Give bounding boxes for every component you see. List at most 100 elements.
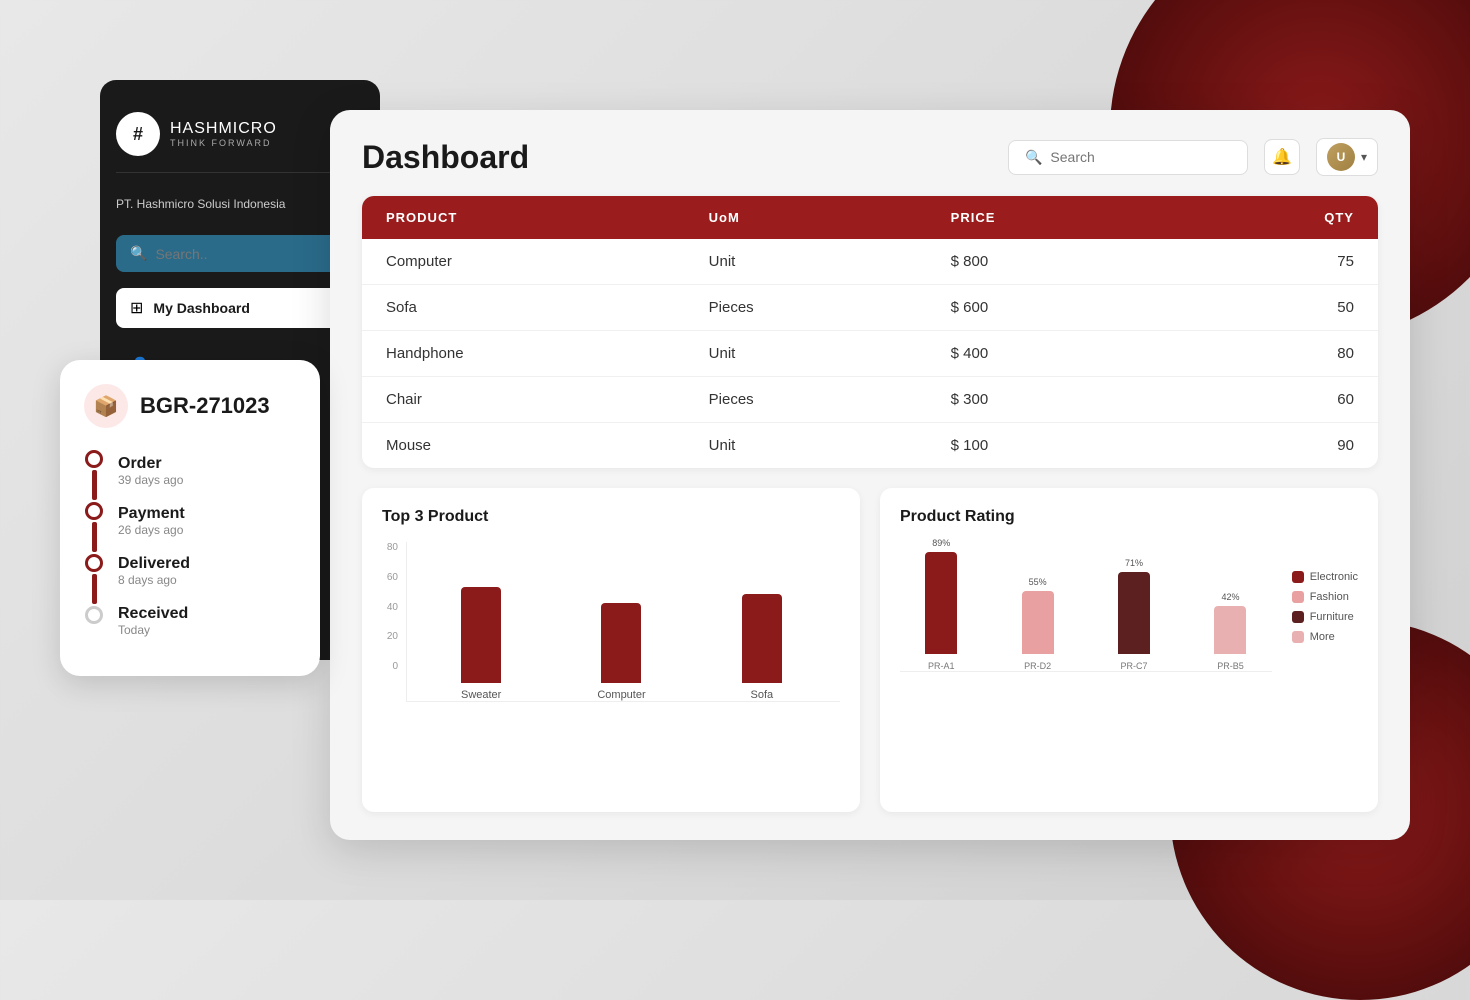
dashboard-icon: ⊞ [130, 298, 143, 318]
bar [601, 603, 641, 683]
top3-bars-container: Sweater Computer Sofa [406, 542, 840, 702]
rating-bar [1022, 591, 1054, 654]
order-id: BGR-271023 [140, 393, 270, 419]
rating-pct: 42% [1221, 592, 1239, 602]
legend-dot [1292, 571, 1304, 583]
y-axis-label: 80 [382, 542, 398, 553]
rating-pct: 55% [1029, 577, 1047, 587]
user-menu-button[interactable]: U ▾ [1316, 138, 1378, 176]
timeline-label: Payment [118, 505, 190, 523]
cell-product: Computer [386, 253, 709, 270]
legend-label: Electronic [1310, 571, 1358, 583]
cell-qty: 60 [1193, 391, 1354, 408]
y-axis-label: 60 [382, 572, 398, 583]
rating-bar-label: PR-B5 [1217, 661, 1244, 671]
bar-group: Computer [559, 603, 683, 701]
rating-pct: 71% [1125, 558, 1143, 568]
legend-label: More [1310, 631, 1335, 643]
cell-price: $ 600 [951, 299, 1193, 316]
timeline-item: Payment 26 days ago [118, 498, 190, 548]
cell-price: $ 100 [951, 437, 1193, 454]
user-dropdown-arrow: ▾ [1361, 150, 1367, 164]
sidebar-search-box[interactable]: 🔍 [116, 235, 364, 272]
cell-price: $ 800 [951, 253, 1193, 270]
cell-qty: 75 [1193, 253, 1354, 270]
sidebar-item-dashboard[interactable]: ⊞ My Dashboard [116, 288, 364, 328]
timeline-item: Order 39 days ago [118, 448, 190, 498]
track-dot-4 [85, 606, 103, 624]
company-row[interactable]: PT. Hashmicro Solusi Indonesia ▾ [116, 189, 364, 219]
sidebar-item-dashboard-label: My Dashboard [153, 300, 249, 316]
timeline-label: Received [118, 605, 190, 623]
cell-product: Handphone [386, 345, 709, 362]
bar-group: Sweater [419, 587, 543, 701]
top3-chart-area: 020406080 Sweater Computer Sofa [382, 542, 840, 702]
rating-pct: 89% [932, 538, 950, 548]
legend-dot [1292, 631, 1304, 643]
bar-group: Sofa [700, 594, 824, 701]
order-card-header: 📦 BGR-271023 [84, 384, 296, 428]
header-search-icon: 🔍 [1025, 149, 1042, 166]
legend-dot [1292, 611, 1304, 623]
timeline-item: Delivered 8 days ago [118, 548, 190, 598]
rating-chart-area: 89% PR-A1 55% PR-D2 71% PR-C7 42% PR-B5 … [900, 542, 1358, 672]
rating-bar [925, 552, 957, 654]
track-line-1 [92, 470, 97, 500]
y-axis-labels: 020406080 [382, 542, 406, 672]
table-row: Sofa Pieces $ 600 50 [362, 285, 1378, 331]
bar-label: Computer [597, 689, 645, 701]
logo-text: HASHMICRO THINK FORWARD [170, 120, 277, 148]
header-right: 🔍 🔔 U ▾ [1008, 138, 1378, 176]
y-axis-label: 0 [382, 661, 398, 672]
timeline-item: Received Today [118, 598, 190, 648]
cell-uom: Unit [709, 253, 951, 270]
rating-bar-group: 42% PR-B5 [1189, 592, 1271, 671]
cell-qty: 50 [1193, 299, 1354, 316]
cell-uom: Unit [709, 345, 951, 362]
cell-price: $ 300 [951, 391, 1193, 408]
header-search-box[interactable]: 🔍 [1008, 140, 1248, 175]
timeline-label: Order [118, 455, 190, 473]
rating-bar-group: 71% PR-C7 [1093, 558, 1175, 671]
top3-chart-title: Top 3 Product [382, 508, 840, 526]
col-qty: QTY [1193, 210, 1354, 225]
cell-uom: Unit [709, 437, 951, 454]
legend-item: Furniture [1292, 611, 1358, 623]
track-dot-2 [85, 502, 103, 520]
order-icon: 📦 [84, 384, 128, 428]
cell-product: Mouse [386, 437, 709, 454]
cell-product: Chair [386, 391, 709, 408]
notification-button[interactable]: 🔔 [1264, 139, 1300, 175]
rating-bar-label: PR-D2 [1024, 661, 1051, 671]
rating-bars-area: 89% PR-A1 55% PR-D2 71% PR-C7 42% PR-B5 [900, 542, 1272, 672]
header-search-input[interactable] [1050, 149, 1231, 165]
rating-chart-title: Product Rating [900, 508, 1358, 526]
dashboard-header: Dashboard 🔍 🔔 U ▾ [362, 138, 1378, 176]
rating-bar-label: PR-A1 [928, 661, 955, 671]
legend-item: More [1292, 631, 1358, 643]
order-timeline: Order 39 days ago Payment 26 days ago De… [84, 448, 296, 648]
top3-chart-card: Top 3 Product 020406080 Sweater Computer… [362, 488, 860, 812]
rating-bar-group: 89% PR-A1 [900, 538, 982, 671]
user-avatar: U [1327, 143, 1355, 171]
timeline-time: Today [118, 623, 190, 637]
timeline-track [84, 448, 104, 648]
col-product: PRODUCT [386, 210, 709, 225]
cell-price: $ 400 [951, 345, 1193, 362]
sidebar-search-input[interactable] [155, 246, 350, 262]
logo-icon: # [116, 112, 160, 156]
y-axis-label: 40 [382, 602, 398, 613]
bar [461, 587, 501, 683]
rating-bar [1118, 572, 1150, 654]
timeline-time: 8 days ago [118, 573, 190, 587]
table-body: Computer Unit $ 800 75 Sofa Pieces $ 600… [362, 239, 1378, 468]
timeline-time: 39 days ago [118, 473, 190, 487]
track-dot-1 [85, 450, 103, 468]
rating-bar-label: PR-C7 [1121, 661, 1148, 671]
timeline-label: Delivered [118, 555, 190, 573]
top3-bars-area: Sweater Computer Sofa [406, 542, 840, 702]
rating-legend: Electronic Fashion Furniture More [1284, 542, 1358, 672]
track-line-2 [92, 522, 97, 552]
timeline-items: Order 39 days ago Payment 26 days ago De… [118, 448, 190, 648]
bar-label: Sweater [461, 689, 501, 701]
